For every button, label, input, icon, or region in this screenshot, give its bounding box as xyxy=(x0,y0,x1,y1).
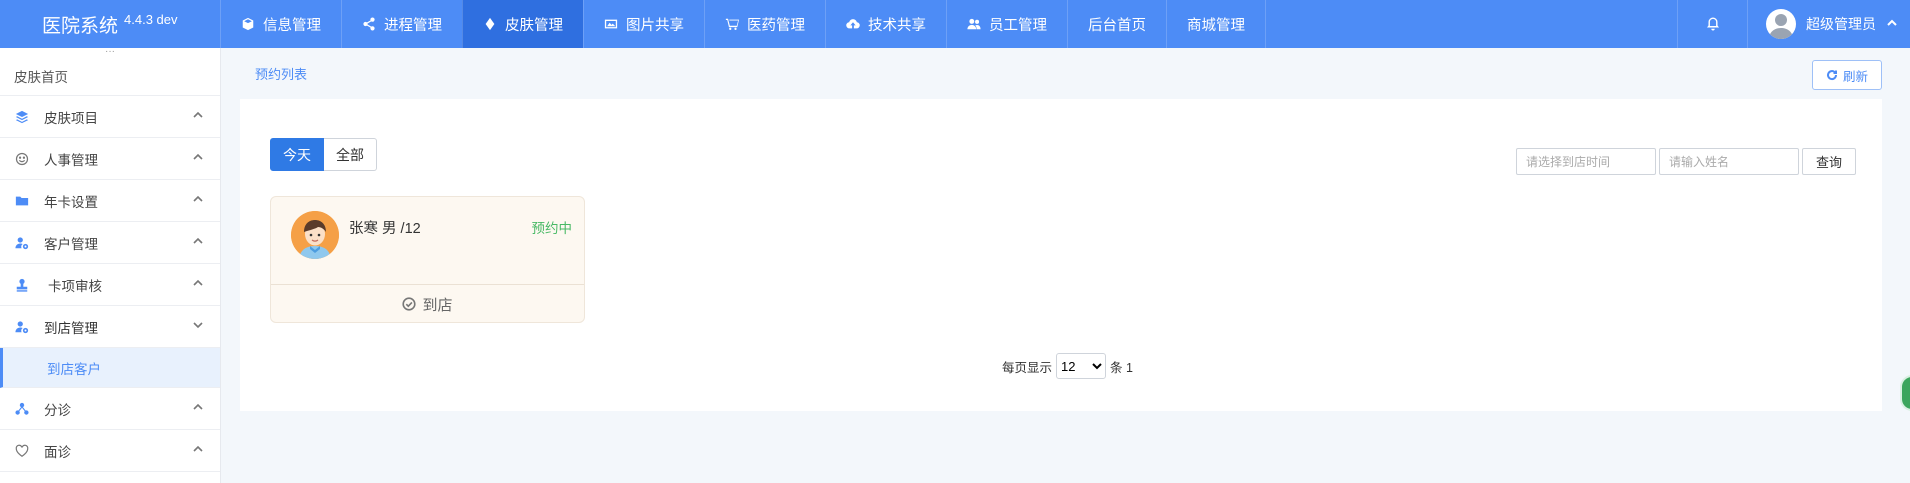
nav-label: 员工管理 xyxy=(989,17,1047,34)
user-gear-icon xyxy=(14,319,30,335)
tab-today[interactable]: 今天 xyxy=(270,138,324,171)
refresh-button[interactable]: 刷新 xyxy=(1812,60,1882,90)
app-brand[interactable]: 医院系统 4.4.3 dev xyxy=(0,0,220,48)
top-right-area: 超级管理员 xyxy=(1677,0,1910,48)
nav-label: 技术共享 xyxy=(868,17,926,34)
arrival-date-input[interactable] xyxy=(1516,148,1656,175)
search-bar: 查询 xyxy=(1516,148,1856,175)
folder-icon xyxy=(14,193,30,209)
stamp-icon xyxy=(14,277,30,293)
notification-button[interactable] xyxy=(1677,0,1747,48)
breadcrumb[interactable]: 预约列表 xyxy=(255,64,307,83)
pagination: 每页显示 12 条 1 xyxy=(1002,353,1133,379)
patient-info: 张寒 男 /12 xyxy=(349,221,421,237)
nav-item-tech[interactable]: 技术共享 xyxy=(825,0,946,48)
nav-label: 进程管理 xyxy=(384,17,442,34)
user-name: 超级管理员 xyxy=(1806,16,1876,32)
pager-prefix: 每页显示 xyxy=(1002,360,1053,375)
check-circle-icon xyxy=(402,297,417,311)
cube-icon xyxy=(242,17,254,31)
chevron-up-icon xyxy=(192,109,204,124)
tab-all[interactable]: 全部 xyxy=(324,138,377,171)
chevron-down-icon xyxy=(192,319,204,334)
smile-icon xyxy=(14,151,30,167)
avatar xyxy=(291,211,339,259)
sidebar-item-label: 分诊 xyxy=(44,402,71,418)
appointment-card: 张寒 男 /12 预约中 到店 xyxy=(270,196,585,323)
nav-item-medicine[interactable]: 医药管理 xyxy=(704,0,825,48)
sidebar-item-label: 皮肤项目 xyxy=(44,110,98,126)
app-title: 医院系统 xyxy=(42,15,119,37)
avatar xyxy=(1766,9,1796,39)
top-navbar: 医院系统 4.4.3 dev 信息管理 进程管理 皮肤管理 图片共享 医药管理 … xyxy=(0,0,1910,48)
sidebar-item-label: 年卡设置 xyxy=(44,194,98,210)
refresh-label: 刷新 xyxy=(1842,69,1868,84)
drag-handle[interactable]: ··· xyxy=(0,47,220,60)
sidebar-subitem-arrived-customers[interactable]: 到店客户 xyxy=(0,348,220,388)
nav-label: 后台首页 xyxy=(1088,17,1146,34)
nav-label: 信息管理 xyxy=(263,17,321,34)
image-icon xyxy=(604,19,618,29)
sidebar-item-label: 到店管理 xyxy=(44,320,98,336)
day-filter-tabs: 今天 全部 xyxy=(270,138,377,171)
page-size-select[interactable]: 12 xyxy=(1056,353,1107,379)
refresh-icon xyxy=(1827,70,1837,81)
floating-widget[interactable] xyxy=(1900,375,1910,411)
sidebar-item-label: 卡项审核 xyxy=(48,278,102,294)
bell-icon xyxy=(1706,17,1719,31)
query-button[interactable]: 查询 xyxy=(1802,148,1856,175)
chevron-up-icon xyxy=(192,443,204,458)
chevron-up-icon xyxy=(192,277,204,292)
sidebar-item-label: 面诊 xyxy=(44,444,71,460)
chevron-up-icon xyxy=(192,193,204,208)
appointment-panel: 今天 全部 查询 张寒 男 /12 预约中 到店 xyxy=(240,99,1882,411)
arrive-label: 到店 xyxy=(422,296,453,314)
user-gear-icon xyxy=(14,235,30,251)
sidebar-item-customers[interactable]: 客户管理 xyxy=(0,222,220,264)
share-icon xyxy=(363,17,375,31)
sidebar-item-label: 客户管理 xyxy=(44,236,98,252)
sidebar-item-label: 人事管理 xyxy=(44,152,98,168)
nav-item-images[interactable]: 图片共享 xyxy=(583,0,704,48)
chevron-up-icon xyxy=(192,401,204,416)
app-version: 4.4.3 dev xyxy=(124,11,178,27)
diamond-icon xyxy=(485,17,495,31)
nav-label: 商城管理 xyxy=(1187,17,1245,34)
users-icon xyxy=(967,18,981,30)
top-nav-menu: 信息管理 进程管理 皮肤管理 图片共享 医药管理 技术共享 员工管理 后台首页 xyxy=(220,0,1266,48)
chevron-up-icon xyxy=(1886,16,1898,32)
cart-icon xyxy=(725,18,739,30)
sidebar-home-link[interactable]: 皮肤首页 xyxy=(0,60,220,96)
cloud-upload-icon xyxy=(846,19,860,29)
heart-icon xyxy=(14,443,30,459)
pager-suffix: 条 1 xyxy=(1110,360,1133,375)
status-badge: 预约中 xyxy=(531,221,573,236)
sidebar-item-consultation[interactable]: 面诊 xyxy=(0,430,220,472)
layers-icon xyxy=(14,109,30,125)
sidebar-item-annual-card[interactable]: 年卡设置 xyxy=(0,180,220,222)
chevron-up-icon xyxy=(192,151,204,166)
nav-item-staff[interactable]: 员工管理 xyxy=(946,0,1067,48)
arrive-button[interactable]: 到店 xyxy=(271,284,584,324)
sidebar-item-skin-projects[interactable]: 皮肤项目 xyxy=(0,96,220,138)
sidebar-item-triage[interactable]: 分诊 xyxy=(0,388,220,430)
nav-item-mall[interactable]: 商城管理 xyxy=(1166,0,1266,48)
nav-label: 图片共享 xyxy=(626,17,684,34)
nav-label: 皮肤管理 xyxy=(505,17,563,34)
chevron-up-icon xyxy=(192,235,204,250)
nav-item-info[interactable]: 信息管理 xyxy=(220,0,341,48)
name-search-input[interactable] xyxy=(1659,148,1799,175)
user-menu[interactable]: 超级管理员 xyxy=(1747,0,1910,48)
sidebar-item-card-review[interactable]: 卡项审核 xyxy=(0,264,220,306)
nav-item-backend-home[interactable]: 后台首页 xyxy=(1067,0,1166,48)
sidebar-item-hr[interactable]: 人事管理 xyxy=(0,138,220,180)
nav-item-skin[interactable]: 皮肤管理 xyxy=(462,0,583,48)
nav-label: 医药管理 xyxy=(747,17,805,34)
sidebar-item-arrival[interactable]: 到店管理 xyxy=(0,306,220,348)
sidebar: ··· 皮肤首页 皮肤项目 人事管理 年卡设置 客户管理 卡项审核 到店管理 到… xyxy=(0,47,221,483)
network-icon xyxy=(14,401,30,417)
nav-item-process[interactable]: 进程管理 xyxy=(341,0,462,48)
